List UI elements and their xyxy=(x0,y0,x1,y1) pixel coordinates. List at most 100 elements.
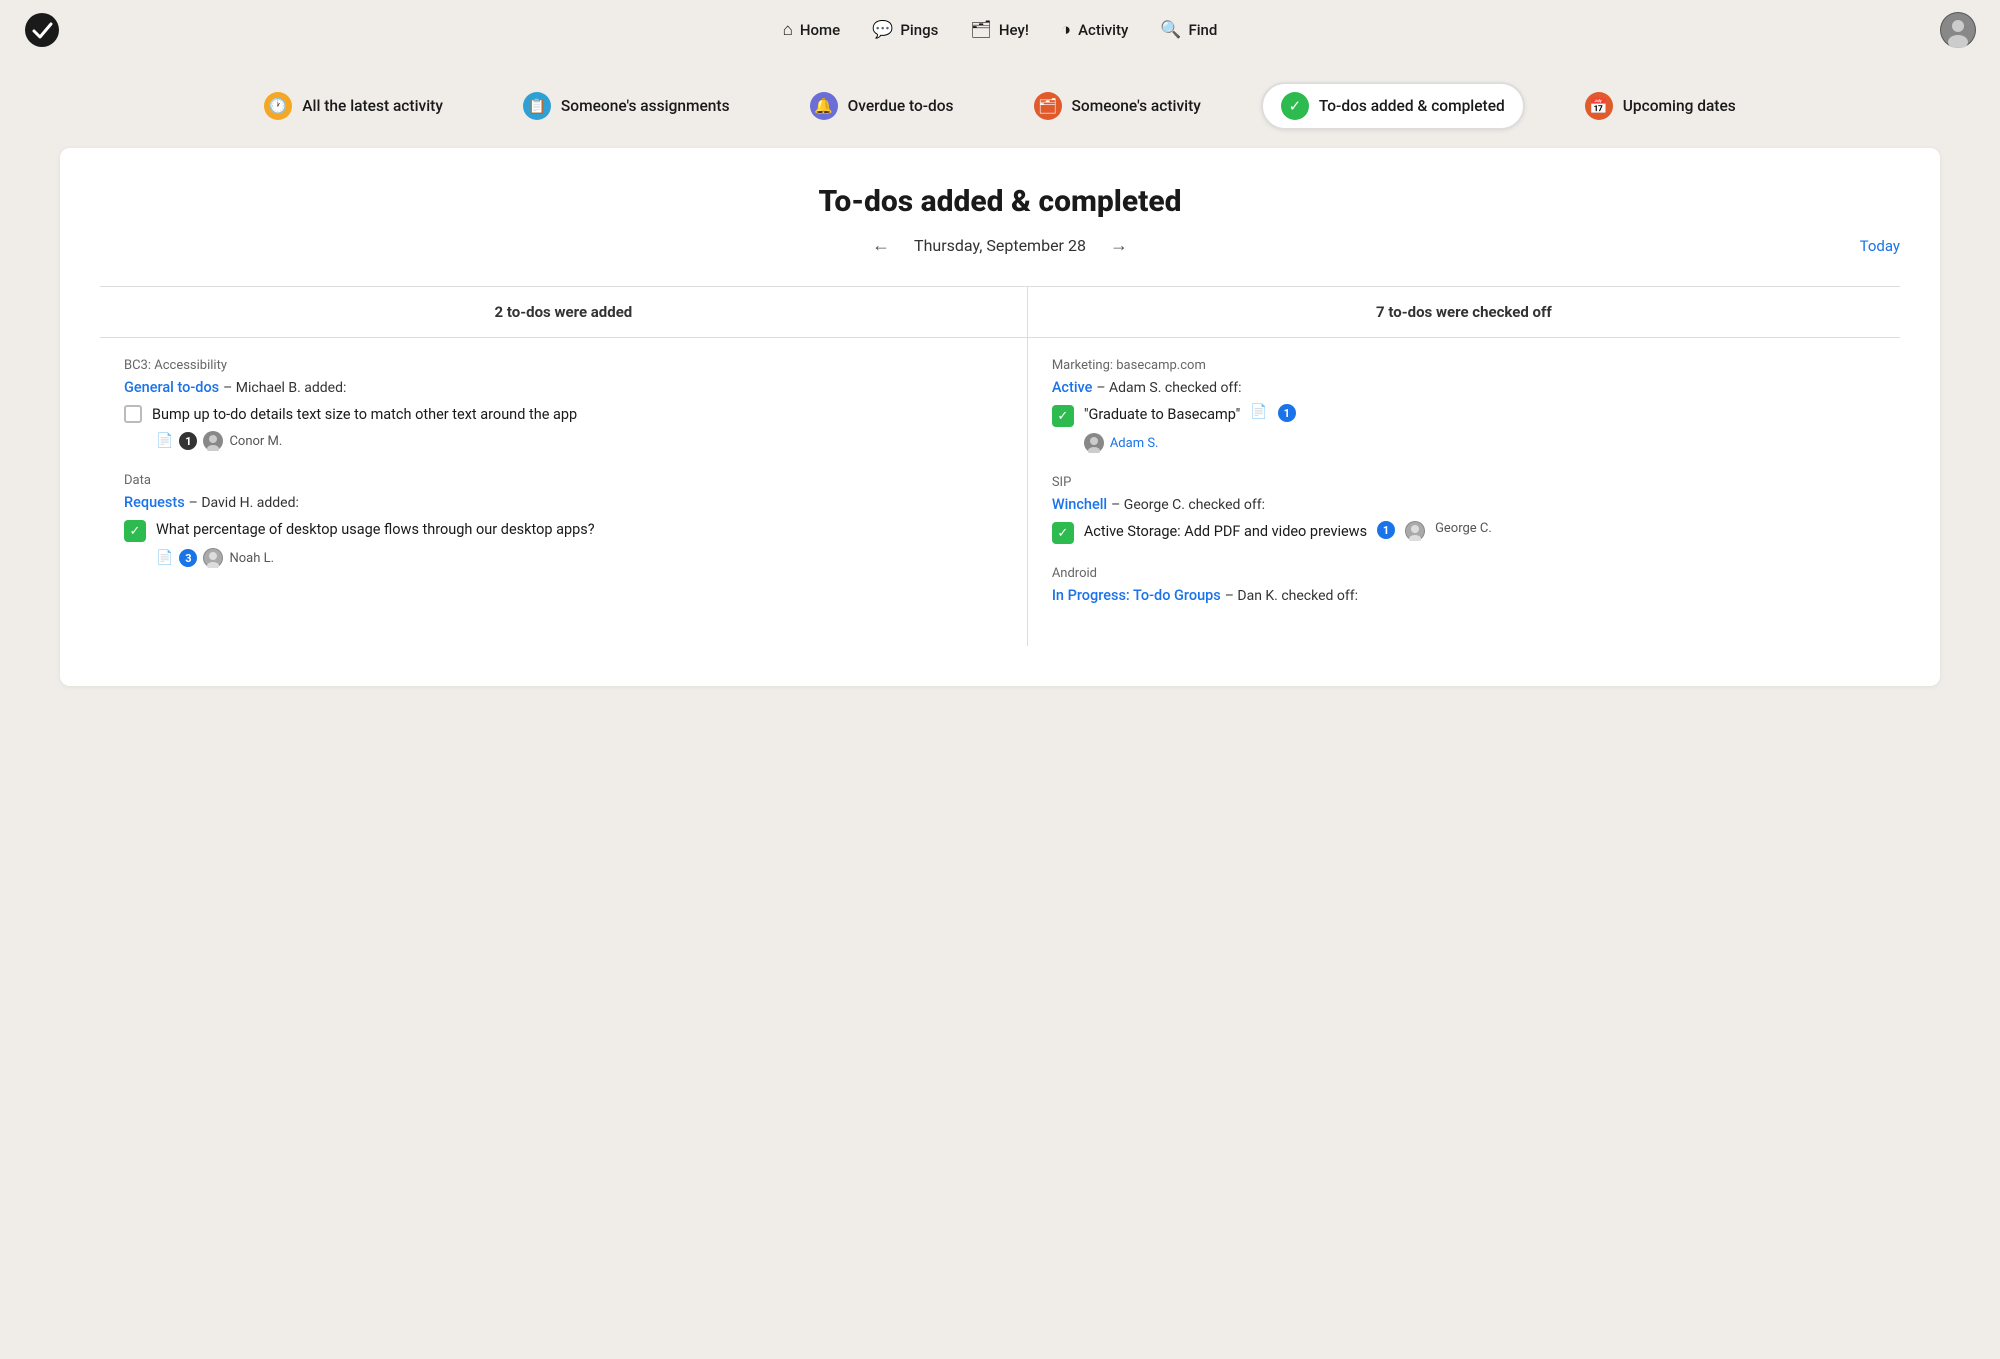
assignee-name-1: Conor M. xyxy=(229,434,282,449)
added-by-name-2: David H. added: xyxy=(201,495,299,511)
todo-item-row-1: Bump up to-do details text size to match… xyxy=(124,404,1003,425)
doc-icon-2: 📄 xyxy=(156,550,173,566)
checked-entry-2: SIP Winchell – George C. checked off: ✓ … xyxy=(1052,475,1876,544)
pings-icon: 💬 xyxy=(872,20,893,40)
current-date: Thursday, September 28 xyxy=(914,236,1086,255)
project-label-1: BC3: Accessibility xyxy=(124,358,1003,373)
todo-text-2: What percentage of desktop usage flows t… xyxy=(156,519,595,540)
page-title: To-dos added & completed xyxy=(100,184,1900,219)
added-by-1: – xyxy=(223,380,236,396)
checked-project-label-2: SIP xyxy=(1052,475,1876,490)
filter-upcoming[interactable]: 📅 Upcoming dates xyxy=(1565,82,1756,130)
checked-comment-count-1: 1 xyxy=(1278,404,1296,422)
comment-count-1: 1 xyxy=(179,432,197,450)
checked-checkbox-2: ✓ xyxy=(1052,522,1074,544)
nav-find[interactable]: 🔍 Find xyxy=(1160,20,1217,40)
someones-activity-icon: 🗂 xyxy=(1034,92,1062,120)
checked-column-header: 7 to-dos were checked off xyxy=(1027,287,1900,338)
filter-assignments[interactable]: 📋 Someone's assignments xyxy=(503,82,750,130)
nav-home-label: Home xyxy=(800,21,840,39)
filter-latest-label: All the latest activity xyxy=(302,97,443,115)
nav-hey[interactable]: 🗂 Hey! xyxy=(970,20,1029,40)
checked-entry-3: Android In Progress: To-do Groups – Dan … xyxy=(1052,566,1876,604)
filter-overdue-label: Overdue to-dos xyxy=(848,97,954,115)
checked-text-2: Active Storage: Add PDF and video previe… xyxy=(1084,521,1367,542)
latest-icon: 🕐 xyxy=(264,92,292,120)
top-navigation: ⌂ Home 💬 Pings 🗂 Hey! ◑ Activity 🔍 Find xyxy=(0,0,2000,60)
added-todos-column: BC3: Accessibility General to-dos – Mich… xyxy=(100,338,1027,647)
hey-icon: 🗂 xyxy=(970,20,992,40)
added-by-name-1: Michael B. added: xyxy=(236,380,347,396)
app-logo[interactable] xyxy=(24,12,60,48)
nav-activity-label: Activity xyxy=(1078,21,1128,39)
activity-icon: ◑ xyxy=(1061,20,1071,40)
checked-project-label-3: Android xyxy=(1052,566,1876,581)
assignments-icon: 📋 xyxy=(523,92,551,120)
checked-assignee-1: Adam S. xyxy=(1110,436,1159,451)
home-icon: ⌂ xyxy=(783,20,793,40)
checked-list-link-3[interactable]: In Progress: To-do Groups xyxy=(1052,587,1221,604)
assignee-avatar-2 xyxy=(203,548,223,568)
checked-list-link-2[interactable]: Winchell xyxy=(1052,496,1107,513)
nav-items: ⌂ Home 💬 Pings 🗂 Hey! ◑ Activity 🔍 Find xyxy=(783,20,1218,40)
checked-assignee-2: George C. xyxy=(1435,521,1492,536)
user-avatar[interactable] xyxy=(1940,12,1976,48)
nav-activity[interactable]: ◑ Activity xyxy=(1061,20,1128,40)
todo-text-1: Bump up to-do details text size to match… xyxy=(152,404,577,425)
main-content-card: To-dos added & completed ← Thursday, Sep… xyxy=(60,148,1940,686)
assignee-name-2: Noah L. xyxy=(229,551,274,566)
nav-home[interactable]: ⌂ Home xyxy=(783,20,841,40)
checked-by-1: Adam S. checked off: xyxy=(1109,380,1242,396)
checked-project-label-1: Marketing: basecamp.com xyxy=(1052,358,1876,373)
comment-count-2: 3 xyxy=(179,549,197,567)
todo-meta-1: 📄 1 Conor M. xyxy=(156,431,1003,451)
todo-table: 2 to-dos were added 7 to-dos were checke… xyxy=(100,286,1900,646)
checked-comment-count-2: 1 xyxy=(1377,521,1395,539)
checked-by-2: George C. checked off: xyxy=(1124,497,1265,513)
todo-entry-2: Data Requests – David H. added: ✓ What p… xyxy=(124,473,1003,568)
added-column-header: 2 to-dos were added xyxy=(100,287,1027,338)
project-label-2: Data xyxy=(124,473,1003,488)
checked-meta-1: Adam S. xyxy=(1084,433,1876,453)
todo-entry-1: BC3: Accessibility General to-dos – Mich… xyxy=(124,358,1003,451)
nav-hey-label: Hey! xyxy=(999,21,1029,39)
filter-someones-activity-label: Someone's activity xyxy=(1072,97,1201,115)
nav-pings[interactable]: 💬 Pings xyxy=(872,20,938,40)
filter-someones-activity[interactable]: 🗂 Someone's activity xyxy=(1014,82,1221,130)
nav-find-label: Find xyxy=(1188,21,1217,39)
activity-filters: 🕐 All the latest activity 📋 Someone's as… xyxy=(0,60,2000,148)
overdue-icon: 🔔 xyxy=(810,92,838,120)
todo-checkbox-2: ✓ xyxy=(124,520,146,542)
date-navigation: ← Thursday, September 28 → Today xyxy=(100,233,1900,258)
checked-avatar-1 xyxy=(1084,433,1104,453)
todo-list-link-2[interactable]: Requests xyxy=(124,494,185,511)
next-date-arrow[interactable]: → xyxy=(1104,233,1134,258)
filter-overdue[interactable]: 🔔 Overdue to-dos xyxy=(790,82,974,130)
prev-date-arrow[interactable]: ← xyxy=(866,233,896,258)
todos-added-icon: ✓ xyxy=(1281,92,1309,120)
filter-upcoming-label: Upcoming dates xyxy=(1623,97,1736,115)
todo-checkbox-1 xyxy=(124,405,142,423)
upcoming-icon: 📅 xyxy=(1585,92,1613,120)
todo-item-row-2: ✓ What percentage of desktop usage flows… xyxy=(124,519,1003,542)
checked-todos-column: Marketing: basecamp.com Active – Adam S.… xyxy=(1027,338,1900,647)
filter-todos-added[interactable]: ✓ To-dos added & completed xyxy=(1261,82,1525,130)
today-link[interactable]: Today xyxy=(1860,237,1900,255)
find-icon: 🔍 xyxy=(1160,20,1181,40)
filter-latest[interactable]: 🕐 All the latest activity xyxy=(244,82,463,130)
todo-list-link-1[interactable]: General to-dos xyxy=(124,379,219,396)
checked-item-row-2: ✓ Active Storage: Add PDF and video prev… xyxy=(1052,521,1876,544)
checked-entry-1: Marketing: basecamp.com Active – Adam S.… xyxy=(1052,358,1876,453)
checked-by-3: Dan K. checked off: xyxy=(1237,588,1358,604)
checked-list-link-1[interactable]: Active xyxy=(1052,379,1093,396)
checked-checkbox-1: ✓ xyxy=(1052,405,1074,427)
assignee-avatar-1 xyxy=(203,431,223,451)
filter-assignments-label: Someone's assignments xyxy=(561,97,730,115)
checked-text-1: "Graduate to Basecamp" xyxy=(1084,404,1240,425)
nav-pings-label: Pings xyxy=(900,21,938,39)
todo-meta-2: 📄 3 Noah L. xyxy=(156,548,1003,568)
checked-item-row-1: ✓ "Graduate to Basecamp" 📄 1 xyxy=(1052,404,1876,427)
checked-avatar-2 xyxy=(1405,521,1425,541)
doc-icon-1: 📄 xyxy=(156,433,173,449)
filter-todos-added-label: To-dos added & completed xyxy=(1319,97,1505,115)
